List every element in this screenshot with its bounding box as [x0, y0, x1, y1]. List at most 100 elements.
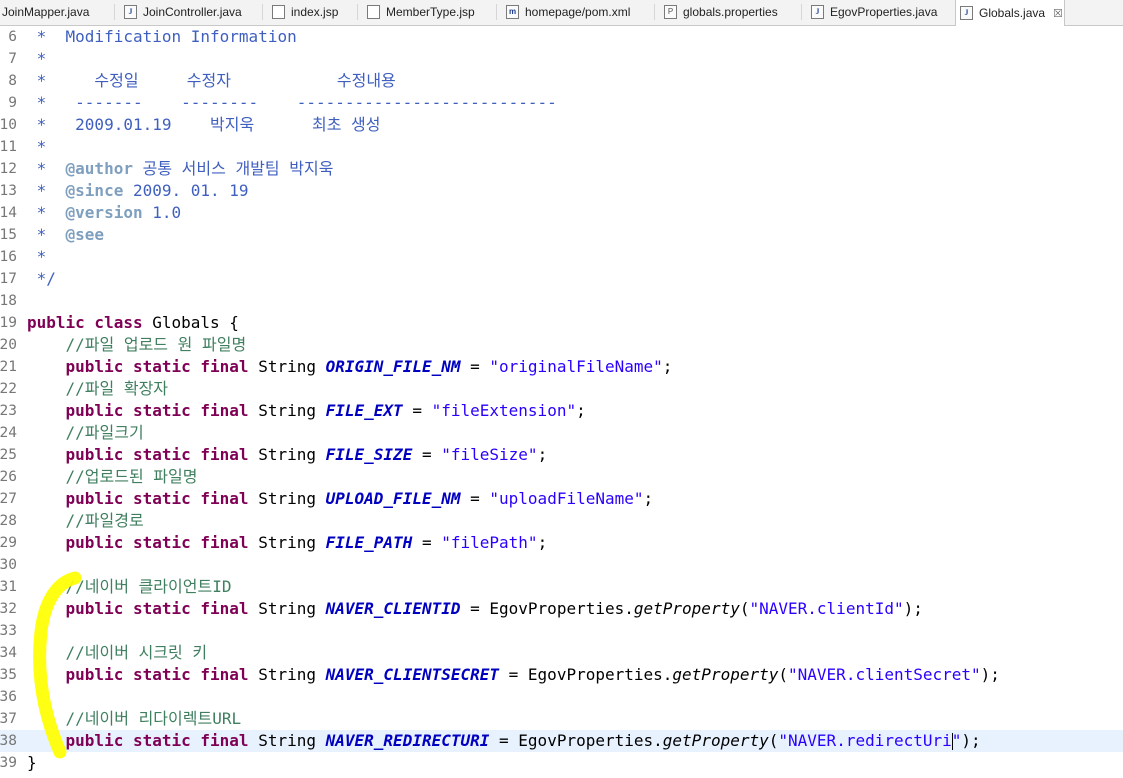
code-token: //업로드된 파일명 [27, 467, 198, 486]
code-text: public static final String FILE_SIZE = "… [27, 444, 548, 466]
code-text: * [27, 48, 47, 70]
code-line[interactable]: 10 * 2009.01.19 박지욱 최초 생성 [0, 114, 1123, 136]
code-line[interactable]: 20 //파일 업로드 원 파일명 [0, 334, 1123, 356]
tab-membertype-jsp[interactable]: MemberType.jsp [363, 0, 495, 24]
line-number: 32 [0, 601, 17, 617]
code-line[interactable]: 18 [0, 290, 1123, 312]
code-line[interactable]: 33 [0, 620, 1123, 642]
code-line[interactable]: 38 public static final String NAVER_REDI… [0, 730, 1123, 752]
maven-file-icon: m [506, 5, 519, 19]
code-token: * [27, 137, 47, 156]
code-line[interactable]: 26 //업로드된 파일명 [0, 466, 1123, 488]
line-number: 31 [0, 579, 17, 595]
code-line[interactable]: 21 public static final String ORIGIN_FIL… [0, 356, 1123, 378]
code-token: NAVER_CLIENTSECRET [325, 665, 500, 684]
code-text: //파일 업로드 원 파일명 [27, 334, 247, 356]
code-token: * [27, 225, 66, 244]
code-token: 2009. 01. 19 [123, 181, 249, 200]
code-line[interactable]: 37 //네이버 리다이렉트URL [0, 708, 1123, 730]
code-token: = [412, 533, 442, 552]
tab-globals-properties[interactable]: Pglobals.properties [660, 0, 800, 24]
code-line[interactable]: 11 * [0, 136, 1123, 158]
tab-separator [654, 4, 655, 20]
line-number: 11 [0, 139, 17, 155]
code-editor[interactable]: 6 * Modification Information 7 * 8 * 수정일 수… [0, 26, 1123, 778]
line-number: 22 [0, 381, 17, 397]
tab-homepage-pom-xml[interactable]: m homepage/pom.xml [502, 0, 652, 24]
code-token: public static final [65, 533, 249, 552]
code-line[interactable]: 14 * @version 1.0 [0, 202, 1123, 224]
line-number: 12 [0, 161, 17, 177]
close-tab-icon[interactable]: ☒ [1053, 7, 1063, 20]
code-line[interactable]: 25 public static final String FILE_SIZE … [0, 444, 1123, 466]
tab-globals-java[interactable]: J Globals.java ☒ [955, 0, 1065, 26]
code-line[interactable]: 32 public static final String NAVER_CLIE… [0, 598, 1123, 620]
code-text: public static final String NAVER_CLIENTS… [27, 664, 1000, 686]
code-line[interactable]: 13 * @since 2009. 01. 19 [0, 180, 1123, 202]
line-number: 34 [0, 645, 17, 661]
code-token: ; [643, 489, 654, 508]
code-token: " [951, 731, 962, 750]
tab-joincontroller-java[interactable]: J JoinController.java [120, 0, 260, 24]
code-line[interactable]: 15 * @see [0, 224, 1123, 246]
code-token: "fileExtension" [431, 401, 577, 420]
code-token: FILE_EXT [325, 401, 403, 420]
code-line[interactable]: 7 * [0, 48, 1123, 70]
code-line[interactable]: 8 * 수정일 수정자 수정내용 [0, 70, 1123, 92]
tab-joinmapper-java[interactable]: JoinMapper.java [0, 0, 110, 24]
code-text: */ [27, 268, 56, 290]
code-token: = [402, 401, 432, 420]
code-line[interactable]: 23 public static final String FILE_EXT =… [0, 400, 1123, 422]
line-number: 15 [0, 227, 17, 243]
code-token: FILE_SIZE [325, 445, 413, 464]
code-line[interactable]: 19 public class Globals { [0, 312, 1123, 334]
code-line[interactable]: 39} [0, 752, 1123, 774]
code-token: = [412, 445, 442, 464]
code-token: "NAVER.redirectUri [778, 731, 952, 750]
code-line[interactable]: 16 * [0, 246, 1123, 268]
line-number: 13 [0, 183, 17, 199]
code-line[interactable]: 6 * Modification Information [0, 26, 1123, 48]
tab-index-jsp[interactable]: index.jsp [268, 0, 356, 24]
code-token: public class [27, 313, 143, 332]
code-line[interactable]: 22 //파일 확장자 [0, 378, 1123, 400]
code-token: getProperty [662, 731, 769, 750]
code-line[interactable]: 17 */ [0, 268, 1123, 290]
line-number: 25 [0, 447, 17, 463]
code-token: = [460, 357, 490, 376]
code-text: * @since 2009. 01. 19 [27, 180, 249, 202]
code-token: "uploadFileName" [489, 489, 644, 508]
code-token: = EgovProperties. [499, 665, 673, 684]
code-token: "originalFileName" [489, 357, 663, 376]
line-number: 33 [0, 623, 17, 639]
code-line[interactable]: 35 public static final String NAVER_CLIE… [0, 664, 1123, 686]
code-line[interactable]: 36 [0, 686, 1123, 708]
code-token: ); [903, 599, 923, 618]
code-token: FILE_PATH [325, 533, 413, 552]
code-token: "fileSize" [441, 445, 538, 464]
code-token: NAVER_REDIRECTURI [325, 731, 490, 750]
code-token: @since [65, 181, 124, 200]
code-token: * [27, 203, 66, 222]
code-line[interactable]: 29 public static final String FILE_PATH … [0, 532, 1123, 554]
code-token: //파일크기 [27, 423, 144, 442]
code-line[interactable]: 24 //파일크기 [0, 422, 1123, 444]
code-line[interactable]: 12 * @author 공통 서비스 개발팀 박지욱 [0, 158, 1123, 180]
code-token: * [27, 159, 66, 178]
code-line[interactable]: 30 [0, 554, 1123, 576]
code-line[interactable]: 27 public static final String UPLOAD_FIL… [0, 488, 1123, 510]
code-line[interactable]: 28 //파일경로 [0, 510, 1123, 532]
code-line[interactable]: 34 //네이버 시크릿 키 [0, 642, 1123, 664]
java-file-icon: J [960, 6, 973, 20]
code-token: * 수정일 수정자 수정내용 [27, 71, 396, 90]
code-text: //업로드된 파일명 [27, 466, 198, 488]
code-token: //파일경로 [27, 511, 144, 530]
code-line[interactable]: 31 //네이버 클라이언트ID [0, 576, 1123, 598]
code-line[interactable]: 9 * ------- -------- -------------------… [0, 92, 1123, 114]
code-token: * 2009.01.19 박지욱 최초 생성 [27, 115, 381, 134]
code-token: = EgovProperties. [489, 731, 663, 750]
tab-egovproperties-java[interactable]: J EgovProperties.java [807, 0, 947, 24]
